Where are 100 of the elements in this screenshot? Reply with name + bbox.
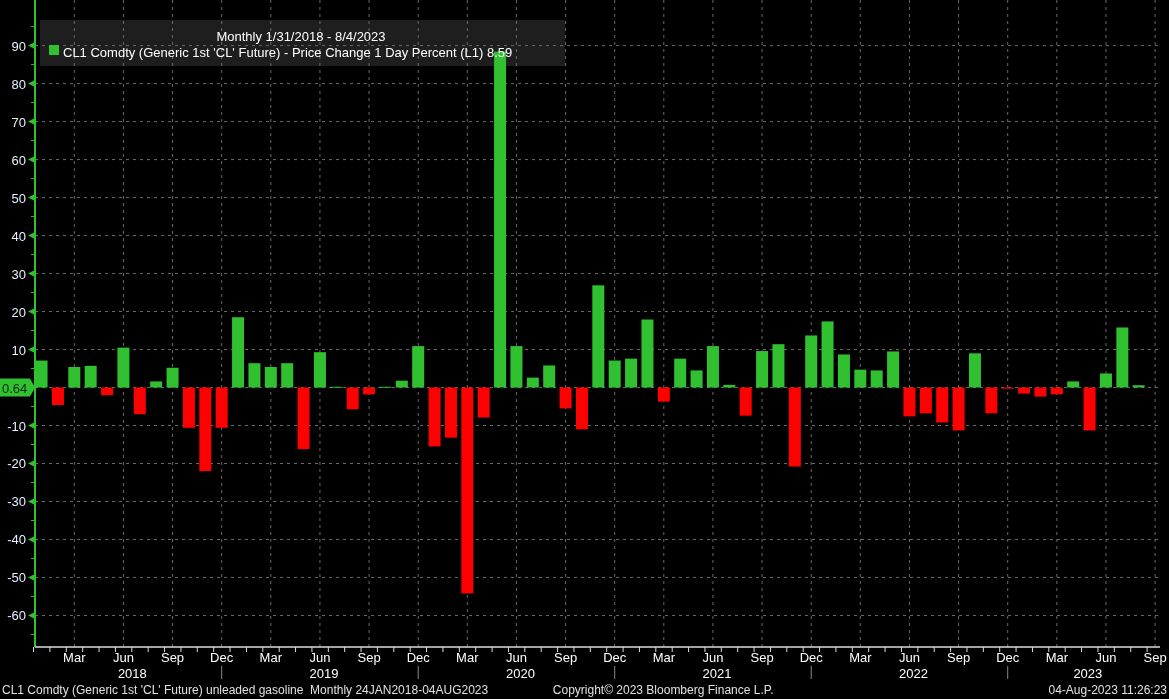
chart-bar <box>477 387 490 418</box>
chart-bar <box>117 347 130 388</box>
chart-bar <box>723 384 736 388</box>
chart-bar <box>1067 381 1080 388</box>
year-label: 2021 <box>702 666 732 681</box>
chart-bar <box>706 346 719 388</box>
axis-label: Sep <box>947 650 971 665</box>
chart-bar <box>150 381 163 388</box>
axis-label: Jun <box>702 650 724 665</box>
year-label: 2023 <box>1073 666 1103 681</box>
chart-bar <box>772 344 785 388</box>
axis-label: 50 <box>11 190 26 206</box>
axis-label: -50 <box>7 570 26 586</box>
axis-label: Dec <box>799 650 823 665</box>
axis-label: -30 <box>7 494 26 510</box>
chart-bar <box>510 346 523 388</box>
chart-bar <box>968 353 981 388</box>
chart-bar <box>936 387 949 423</box>
chart-title: Monthly 1/31/2018 - 8/4/2023 <box>216 29 386 44</box>
axis-label: -40 <box>7 532 26 548</box>
axis-label: Sep <box>1143 650 1167 665</box>
axis-label: 80 <box>11 76 26 92</box>
chart-bar <box>625 358 638 388</box>
axis-label: Sep <box>750 650 774 665</box>
year-label: 2020 <box>506 666 535 681</box>
chart-bar <box>821 321 834 388</box>
chart-bar <box>182 387 195 428</box>
chart-bar <box>641 319 654 388</box>
axis-label: Jun <box>1095 650 1117 665</box>
axis-label: 20 <box>11 304 26 320</box>
axis-label: Mar <box>1045 650 1069 665</box>
chart-bar <box>444 387 457 438</box>
chart-bar <box>264 367 277 388</box>
chart-bar <box>805 335 818 388</box>
chart-bar <box>887 351 900 388</box>
year-label: 2018 <box>117 666 147 681</box>
axis-label: Jun <box>505 650 527 665</box>
axis-label: -20 <box>7 456 26 472</box>
chart-bar <box>313 352 326 388</box>
axis-label: Dec <box>603 650 627 665</box>
chart-bar <box>297 387 310 450</box>
axis-label: Mar <box>652 650 675 665</box>
axis-label: Dec <box>210 650 234 665</box>
chart-bar <box>248 363 261 388</box>
axis-label: Dec <box>996 650 1020 665</box>
chart-bar <box>985 387 998 414</box>
axis-label: Sep <box>161 650 185 665</box>
timestamp: 04-Aug-2023 11:26:23 <box>1047 682 1167 699</box>
chart-bar <box>166 367 179 388</box>
axis-label: Mar <box>259 650 282 665</box>
axis-label: Mar <box>849 650 872 665</box>
axis-label: 10 <box>11 342 26 358</box>
chart-bar <box>1116 327 1129 388</box>
chart-bar <box>395 380 408 388</box>
chart-bar <box>215 387 228 428</box>
legend-label: CL1 Comdty (Generic 1st 'CL' Future) - Price Change 1 Day Percent (L1) 8.59 <box>63 45 513 60</box>
chart-bar <box>346 387 359 410</box>
footer-description: CL1 Comdty (Generic 1st 'CL' Future) unleaded gasoline Monthly 24JAN2018-04AUG2023 <box>2 682 490 699</box>
chart-bar <box>559 387 572 409</box>
chart-bar <box>133 387 146 415</box>
last-value-marker: 0.64 <box>0 378 35 397</box>
axis-label: -60 <box>7 608 26 624</box>
axis-label: 70 <box>11 114 26 130</box>
chart-bar <box>84 365 97 388</box>
chart-bar <box>412 346 425 388</box>
axis-label: 60 <box>11 152 26 168</box>
axis-label: Sep <box>554 650 578 665</box>
chart-bar <box>870 370 883 388</box>
legend-swatch-icon <box>49 45 59 55</box>
chart-bar <box>657 387 670 402</box>
axis-label: Jun <box>898 650 920 665</box>
chart-bar <box>1132 385 1145 388</box>
chart-bar <box>363 387 376 395</box>
year-label: 2019 <box>309 666 339 681</box>
year-label: 2022 <box>899 666 928 681</box>
chart-bar <box>952 387 965 431</box>
chart-bar <box>51 387 64 405</box>
chart-bar <box>837 354 850 388</box>
axis-label: 90 <box>11 38 26 54</box>
chart-bar <box>756 351 769 388</box>
chart-bar <box>739 387 752 416</box>
chart-bar <box>608 360 621 388</box>
copyright-text: Copyright© 2023 Bloomberg Finance L.P. <box>552 682 774 699</box>
axis-label: -10 <box>7 418 26 434</box>
chart-bar <box>1083 387 1096 431</box>
chart-bar <box>690 370 703 388</box>
chart-bar <box>68 367 81 388</box>
chart-bar <box>674 358 687 388</box>
chart-bar <box>575 387 588 430</box>
chart-bar <box>1018 387 1031 394</box>
chart-bar <box>428 387 441 447</box>
chart-bar <box>919 387 932 414</box>
axis-label: Jun <box>112 650 134 665</box>
chart-bar <box>232 317 245 388</box>
axis-label: 40 <box>11 228 26 244</box>
chart-bar <box>101 387 114 396</box>
chart-bar <box>1034 387 1047 397</box>
chart-bar <box>1099 373 1112 388</box>
axis-label: Sep <box>357 650 381 665</box>
chart-bar <box>1050 387 1063 395</box>
